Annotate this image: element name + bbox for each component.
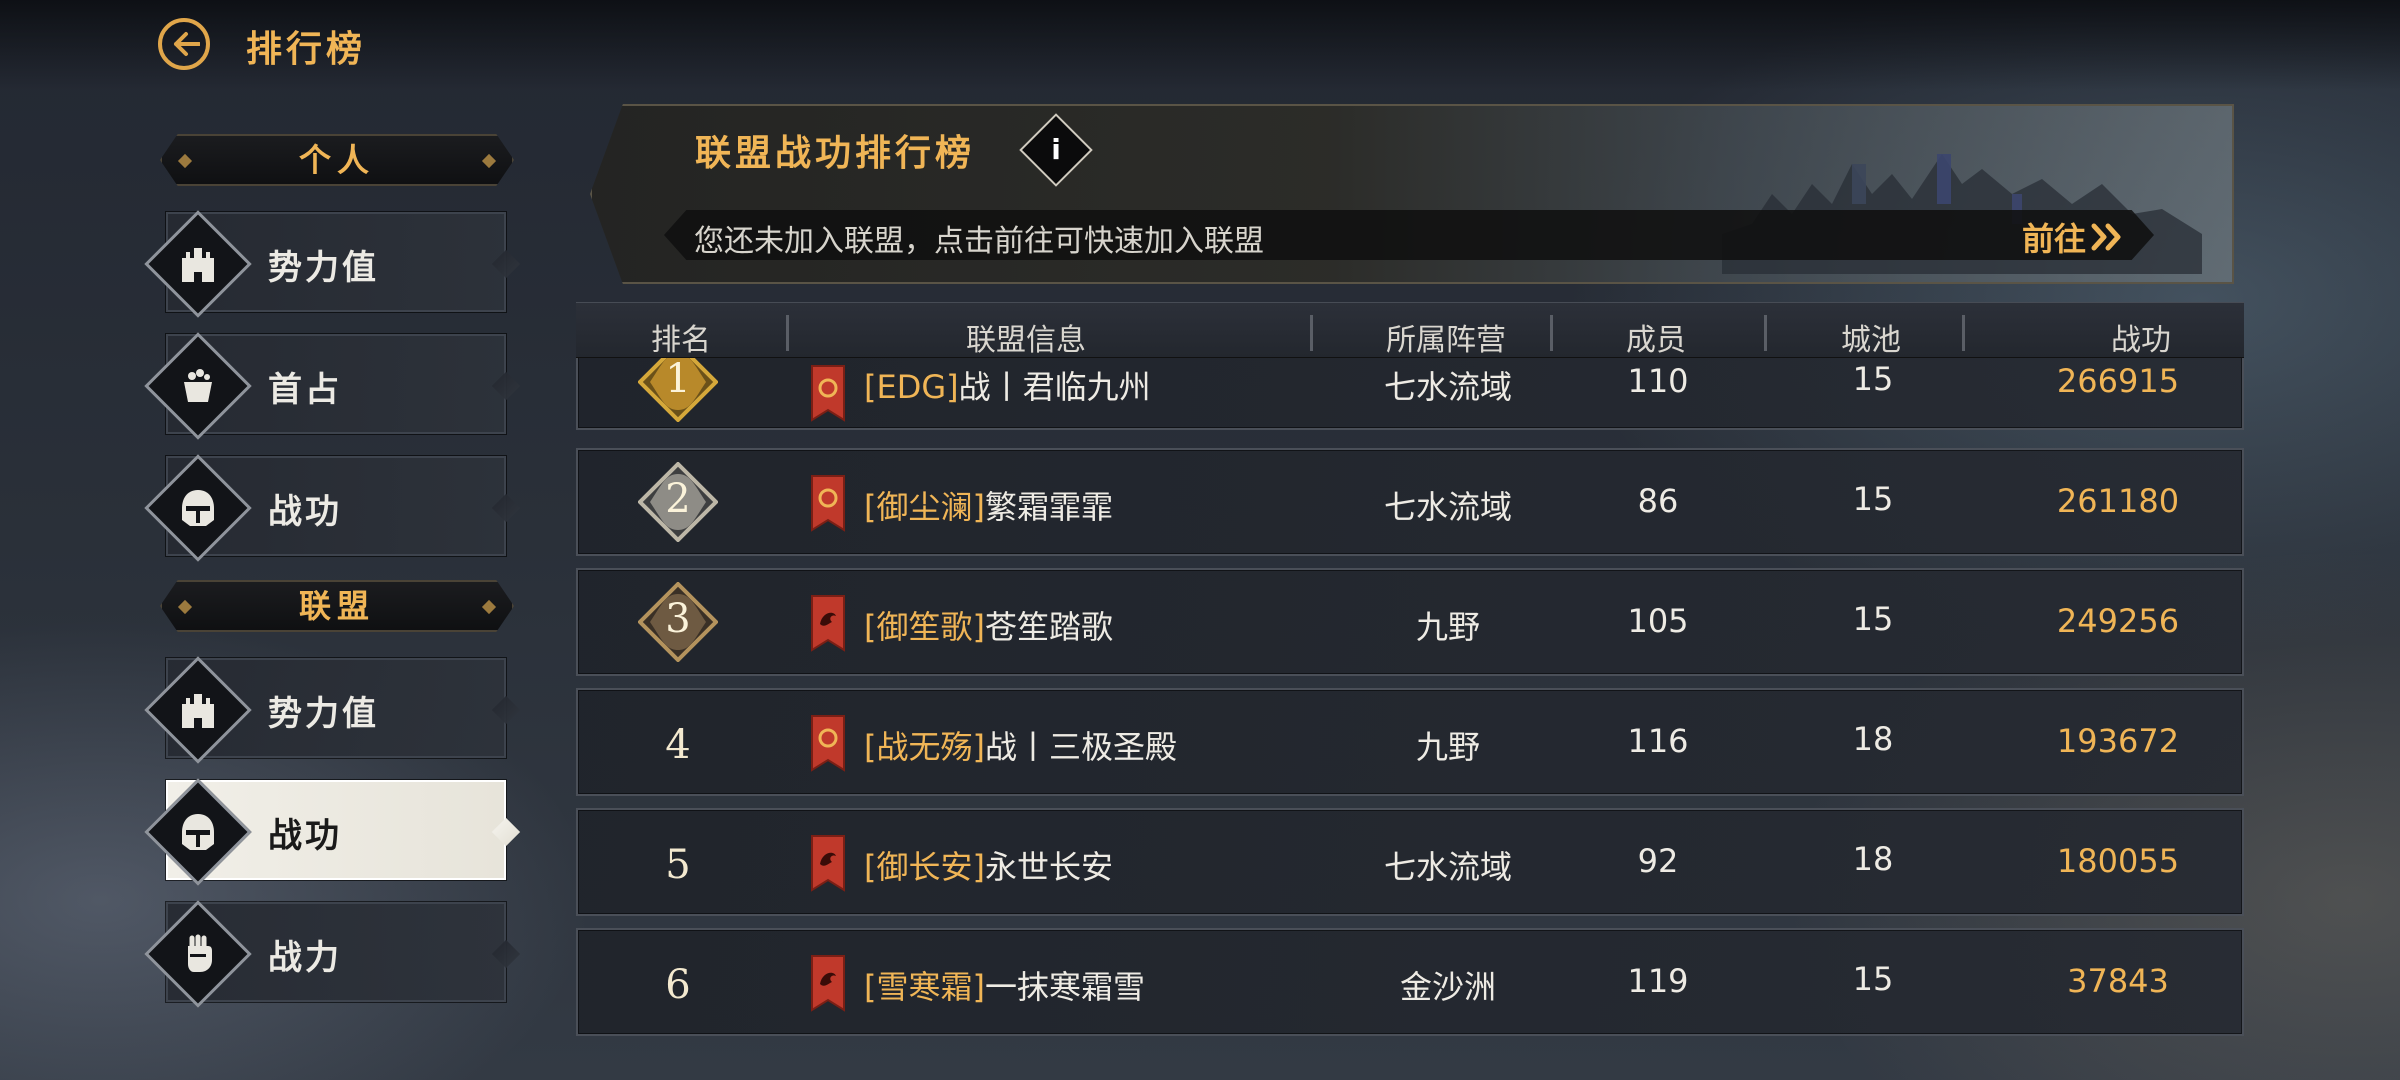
alliance-name: 一抹寒霜雪 — [984, 968, 1145, 1006]
rank-number: 6 — [665, 962, 691, 1008]
banner-title: 联盟战功排行榜 — [695, 133, 976, 174]
sidebar-item-label: 势力值 — [268, 248, 379, 288]
sidebar-item-personal-merit[interactable]: 战功 — [144, 454, 521, 562]
table-row[interactable]: 3 [御笙歌]苍笙踏歌 九野 105 15 249256 — [576, 568, 2244, 676]
alliance-info: [EDG]战丨君临九州 — [864, 362, 1151, 408]
column-header-cities: 城池 — [1841, 323, 1901, 358]
rank-number: 5 — [665, 842, 691, 888]
alliance-tag: [雪寒霜] — [864, 968, 985, 1006]
table-row[interactable]: 6 [雪寒霜]一抹寒霜雪 金沙洲 119 15 37843 — [576, 928, 2244, 1036]
rank-number: 4 — [665, 722, 691, 768]
back-button[interactable] — [158, 18, 210, 70]
alliance-name: 战丨君临九州 — [958, 368, 1151, 406]
sidebar-item-label: 首占 — [268, 370, 342, 410]
merit-value: 37843 — [2067, 962, 2169, 1000]
fist-icon — [166, 924, 230, 984]
column-header-faction: 所属阵营 — [1386, 323, 1506, 358]
city-count: 18 — [1852, 840, 1894, 878]
table-row[interactable]: 1 [EDG]战丨君临九州 七水流域 110 15 266915 — [576, 358, 2244, 430]
rank-number: 3 — [665, 596, 691, 642]
member-count: 119 — [1627, 962, 1689, 1000]
alliance-tag: [御尘澜] — [864, 488, 985, 526]
goto-button[interactable]: 前往 — [2022, 214, 2086, 260]
alliance-flag-ring-icon — [811, 475, 845, 532]
member-count: 92 — [1637, 842, 1679, 880]
table-row[interactable]: 4 [战无殇]战丨三极圣殿 九野 116 18 193672 — [576, 688, 2244, 796]
sidebar-item-label: 战功 — [268, 492, 342, 532]
info-icon: i — [1051, 133, 1061, 166]
merit-value: 266915 — [2056, 362, 2180, 400]
city-count: 15 — [1852, 480, 1894, 518]
rank-number: 2 — [665, 476, 691, 522]
alliance-flag-dragon-icon — [811, 595, 845, 652]
castle-icon — [166, 680, 230, 740]
column-header-members: 成员 — [1626, 323, 1686, 358]
member-count: 86 — [1637, 482, 1679, 520]
alliance-flag-ring-icon — [811, 365, 845, 422]
helmet-icon — [166, 478, 230, 538]
alliance-flag-dragon-icon — [811, 955, 845, 1012]
alliance-tag: [御笙歌] — [864, 608, 985, 646]
alliance-flag-ring-icon — [811, 715, 845, 772]
alliance-info: [御笙歌]苍笙踏歌 — [864, 602, 1113, 648]
alliance-info: [御尘澜]繁霜霏霏 — [864, 482, 1113, 528]
ranking-list[interactable]: 1 [EDG]战丨君临九州 七水流域 110 15 266915 2 [御尘澜]… — [576, 358, 2244, 1038]
city-count: 15 — [1852, 600, 1894, 638]
sidebar-item-label: 战力 — [268, 938, 342, 978]
faction: 金沙洲 — [1399, 968, 1496, 1006]
sidebar-item-alliance-merit[interactable]: 战功 — [144, 778, 521, 886]
sidebar-item-personal-influence[interactable]: 势力值 — [144, 210, 521, 318]
alliance-info: [战无殇]战丨三极圣殿 — [864, 722, 1177, 768]
sidebar-item-alliance-power[interactable]: 战力 — [144, 900, 521, 1008]
faction: 九野 — [1415, 608, 1480, 646]
alliance-tag: [EDG] — [864, 368, 959, 406]
sidebar-item-label: 战功 — [268, 816, 342, 856]
faction: 七水流域 — [1383, 368, 1512, 406]
city-count: 15 — [1852, 960, 1894, 998]
merit-value: 193672 — [2056, 722, 2180, 760]
alliance-name: 永世长安 — [984, 848, 1113, 886]
section-personal-label: 个人 — [298, 141, 375, 179]
faction: 七水流域 — [1383, 848, 1512, 886]
merit-value: 261180 — [2056, 482, 2180, 520]
sidebar-item-label: 势力值 — [268, 694, 379, 734]
section-personal: 个人 — [160, 134, 514, 186]
section-alliance: 联盟 — [160, 580, 514, 632]
alliance-name: 苍笙踏歌 — [984, 608, 1113, 646]
alliance-info: [御长安]永世长安 — [864, 842, 1113, 888]
alliance-name: 战丨三极圣殿 — [984, 728, 1177, 766]
table-header: 排名 联盟信息 所属阵营 成员 城池 战功 — [576, 302, 2244, 358]
back-arrow-icon — [174, 32, 200, 56]
alliance-tag: [御长安] — [864, 848, 985, 886]
sidebar-item-personal-first-capture[interactable]: 首占 — [144, 332, 521, 440]
section-alliance-label: 联盟 — [298, 587, 375, 625]
table-row[interactable]: 2 [御尘澜]繁霜霏霏 七水流域 86 15 261180 — [576, 448, 2244, 556]
sidebar-item-alliance-influence[interactable]: 势力值 — [144, 656, 521, 764]
member-count: 116 — [1627, 722, 1689, 760]
helmet-icon — [166, 802, 230, 862]
double-chevron-right-icon — [2091, 223, 2121, 251]
treasure-pot-icon — [166, 356, 230, 416]
column-header-rank: 排名 — [651, 323, 711, 358]
rank-number: 1 — [665, 358, 691, 402]
merit-value: 249256 — [2056, 602, 2180, 640]
alliance-tag: [战无殇] — [864, 728, 985, 766]
faction: 七水流域 — [1383, 488, 1512, 526]
column-header-merit: 战功 — [2111, 323, 2171, 358]
faction: 九野 — [1415, 728, 1480, 766]
alliance-flag-dragon-icon — [811, 835, 845, 892]
table-row[interactable]: 5 [御长安]永世长安 七水流域 92 18 180055 — [576, 808, 2244, 916]
city-count: 18 — [1852, 720, 1894, 758]
column-header-alliance-info: 联盟信息 — [966, 323, 1086, 358]
city-count: 15 — [1852, 360, 1894, 398]
castle-icon — [166, 234, 230, 294]
member-count: 105 — [1627, 602, 1689, 640]
alliance-name: 繁霜霏霏 — [984, 488, 1113, 526]
page-title: 排行榜 — [246, 29, 367, 70]
join-alliance-notice: 您还未加入联盟，点击前往可快速加入联盟 — [694, 224, 1264, 259]
member-count: 110 — [1627, 362, 1689, 400]
merit-value: 180055 — [2056, 842, 2180, 880]
alliance-info: [雪寒霜]一抹寒霜雪 — [864, 962, 1145, 1008]
